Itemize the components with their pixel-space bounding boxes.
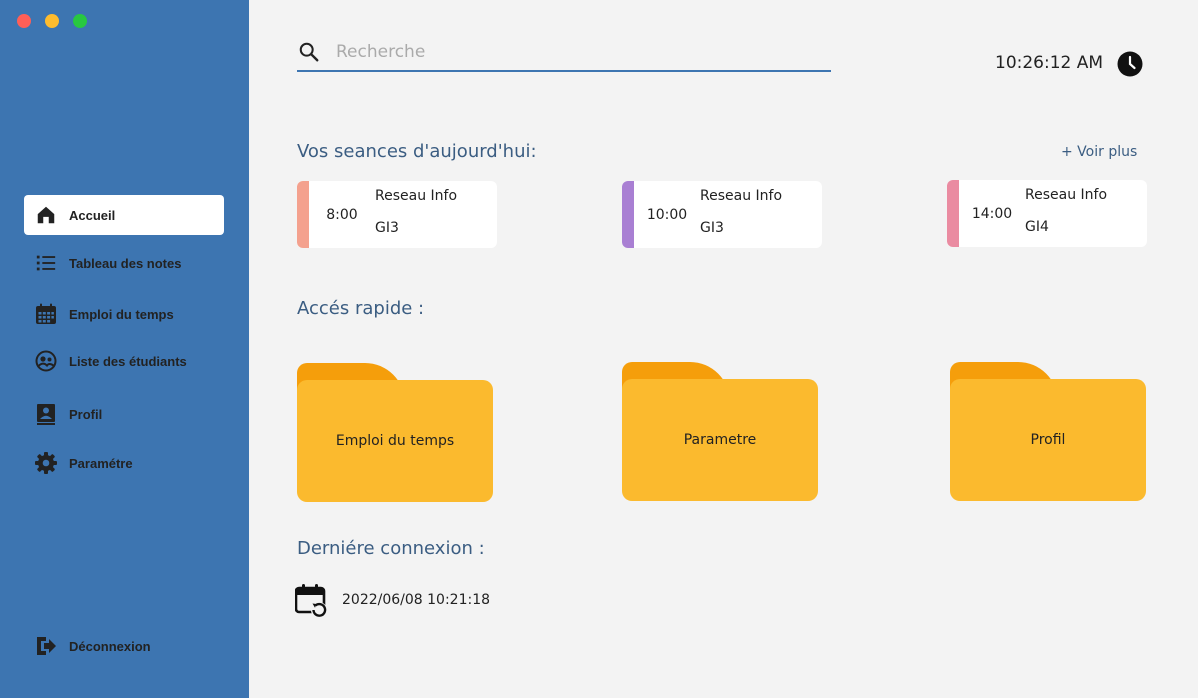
minimize-button[interactable]	[45, 14, 59, 28]
logout-button[interactable]: Déconnexion	[24, 626, 224, 666]
close-button[interactable]	[17, 14, 31, 28]
session-card[interactable]: 10:00 Reseau Info GI3	[622, 181, 822, 248]
session-color-bar	[947, 180, 959, 247]
session-color-bar	[622, 181, 634, 248]
folder-body: Parametre	[622, 379, 818, 501]
session-color-bar	[297, 181, 309, 248]
last-login-value: 2022/06/08 10:21:18	[342, 592, 491, 608]
clock-time: 10:26:12 AM	[995, 53, 1104, 73]
session-time: 10:00	[646, 206, 688, 223]
folder-body: Emploi du temps	[297, 380, 493, 502]
sidebar-item-emploi-du-temps[interactable]: Emploi du temps	[24, 294, 224, 334]
folder-label: Profil	[1030, 432, 1066, 448]
session-group: GI3	[375, 220, 399, 236]
gear-icon	[34, 451, 58, 475]
sidebar-item-label: Tableau des notes	[69, 255, 182, 271]
sidebar-item-tableau-des-notes[interactable]: Tableau des notes	[24, 243, 224, 283]
sidebar-item-parametre[interactable]: Paramétre	[24, 443, 224, 483]
search-bar	[297, 34, 831, 72]
window-controls	[17, 14, 87, 28]
session-course: Reseau Info	[375, 188, 458, 204]
logout-icon	[34, 634, 58, 658]
session-group: GI4	[1025, 219, 1049, 235]
folder-label: Emploi du temps	[335, 433, 455, 449]
sidebar: Accueil Tableau des notes Emploi du temp…	[0, 0, 249, 698]
session-info: Reseau Info GI3	[700, 181, 782, 248]
sidebar-item-label: Liste des étudiants	[69, 353, 187, 369]
students-icon	[34, 349, 58, 373]
session-course: Reseau Info	[700, 188, 783, 204]
search-input[interactable]	[336, 42, 816, 62]
list-icon	[34, 251, 58, 275]
calendar-history-icon	[294, 583, 329, 619]
logout-label: Déconnexion	[69, 638, 151, 654]
session-info: Reseau Info GI4	[1025, 180, 1107, 247]
last-login-title: Derniére connexion :	[297, 538, 485, 559]
session-time: 14:00	[971, 205, 1013, 222]
calendar-icon	[34, 302, 58, 326]
sidebar-item-label: Paramétre	[69, 455, 133, 471]
session-info: Reseau Info GI3	[375, 181, 457, 248]
quick-access-folder-profil[interactable]: Profil	[950, 362, 1146, 502]
session-card[interactable]: 14:00 Reseau Info GI4	[947, 180, 1147, 247]
maximize-button[interactable]	[73, 14, 87, 28]
session-time: 8:00	[326, 206, 358, 223]
quick-access-title: Accés rapide :	[297, 298, 425, 319]
quick-access-folder-parametre[interactable]: Parametre	[622, 362, 818, 502]
sidebar-item-label: Emploi du temps	[69, 306, 174, 322]
folder-body: Profil	[950, 379, 1146, 501]
folder-label: Parametre	[683, 432, 757, 448]
quick-access-folder-emploi-du-temps[interactable]: Emploi du temps	[297, 363, 493, 503]
sidebar-item-liste-des-etudiants[interactable]: Liste des étudiants	[24, 341, 224, 381]
sidebar-item-label: Accueil	[69, 207, 116, 223]
session-group: GI3	[700, 220, 724, 236]
clock-icon	[1117, 51, 1143, 77]
sidebar-item-accueil[interactable]: Accueil	[24, 195, 224, 235]
session-card[interactable]: 8:00 Reseau Info GI3	[297, 181, 497, 248]
sessions-title: Vos seances d'aujourd'hui:	[297, 141, 537, 162]
search-icon	[297, 40, 321, 64]
session-course: Reseau Info	[1025, 187, 1108, 203]
sidebar-item-profil[interactable]: Profil	[24, 394, 224, 434]
sidebar-item-label: Profil	[69, 406, 103, 422]
profile-icon	[34, 402, 58, 426]
home-icon	[34, 203, 58, 227]
see-more-link[interactable]: + Voir plus	[1061, 144, 1137, 160]
